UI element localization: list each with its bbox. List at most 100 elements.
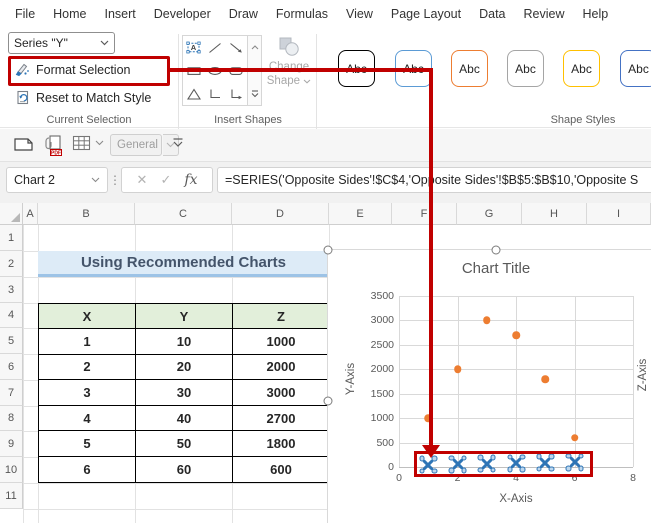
- tab-file[interactable]: File: [6, 7, 44, 21]
- column-header-I[interactable]: I: [587, 203, 651, 225]
- cell[interactable]: 4: [38, 404, 136, 432]
- row-header-1[interactable]: 1: [0, 225, 23, 251]
- name-box[interactable]: Chart 2: [6, 167, 108, 193]
- cell[interactable]: 3: [38, 379, 136, 406]
- data-point-z[interactable]: [570, 433, 579, 442]
- column-header-B[interactable]: B: [38, 203, 135, 225]
- tab-developer[interactable]: Developer: [145, 7, 220, 21]
- table-header-y[interactable]: Y: [135, 303, 233, 329]
- row-header-11[interactable]: 11: [0, 483, 23, 509]
- cell[interactable]: 30: [135, 379, 233, 406]
- data-point-z[interactable]: [453, 365, 462, 374]
- gallery-scroll-up-icon[interactable]: [248, 36, 261, 59]
- triangle-shape-icon[interactable]: [186, 87, 202, 101]
- annotation-arrow-line-vertical: [429, 68, 433, 447]
- elbow-connector-icon[interactable]: [207, 87, 223, 101]
- collapse-ribbon-button[interactable]: [172, 138, 184, 148]
- column-header-E[interactable]: E: [329, 203, 392, 225]
- tab-home[interactable]: Home: [44, 7, 95, 21]
- line-shape-icon[interactable]: [207, 41, 223, 55]
- tab-data[interactable]: Data: [470, 7, 514, 21]
- table-format-button[interactable]: [72, 134, 104, 152]
- chevron-down-icon[interactable]: [91, 177, 100, 183]
- shape-style-3[interactable]: Abc: [451, 50, 488, 87]
- row-header-3[interactable]: 3: [0, 277, 23, 303]
- row-header-6[interactable]: 6: [0, 354, 23, 380]
- text-box-shape-icon[interactable]: A: [185, 40, 202, 55]
- cell[interactable]: 600: [232, 455, 330, 483]
- row-header-7[interactable]: 7: [0, 380, 23, 406]
- column-header-A[interactable]: A: [23, 203, 38, 225]
- table-header-z[interactable]: Z: [232, 303, 330, 329]
- cell[interactable]: 20: [135, 353, 233, 381]
- cell[interactable]: 6: [38, 455, 136, 483]
- data-table[interactable]: X Y Z 1 10 1000 2 20 2000 3 30 3000 4 40: [38, 303, 330, 483]
- scatter-chart[interactable]: Chart Title 0 2 4 6 8 0 500 1000 1500 2000 2500 300…: [323, 245, 651, 523]
- row-header-10[interactable]: 10: [0, 457, 23, 483]
- cell[interactable]: 1: [38, 328, 136, 355]
- chart-gridline: [516, 296, 517, 467]
- cell[interactable]: 1800: [232, 430, 330, 457]
- tab-draw[interactable]: Draw: [220, 7, 267, 21]
- tab-review[interactable]: Review: [515, 7, 574, 21]
- cell[interactable]: 2000: [232, 353, 330, 381]
- cancel-icon[interactable]: ✕: [137, 172, 148, 188]
- select-all-corner[interactable]: [0, 203, 23, 225]
- data-point-z[interactable]: [541, 375, 550, 383]
- cell[interactable]: 40: [135, 404, 233, 432]
- shape-style-5[interactable]: Abc: [563, 50, 600, 87]
- formula-bar: Chart 2 ⋮ ✕ ✓ fx =SERIES('Opposite Sides…: [0, 162, 651, 203]
- insert-function-icon[interactable]: fx: [184, 172, 197, 188]
- reset-to-match-style-button[interactable]: Reset to Match Style: [13, 89, 151, 106]
- cell[interactable]: 60: [135, 455, 233, 483]
- page-orientation-button[interactable]: [13, 134, 35, 154]
- gallery-more-icon[interactable]: [248, 82, 261, 105]
- cell[interactable]: 10: [135, 328, 233, 355]
- tab-formulas[interactable]: Formulas: [267, 7, 337, 21]
- row-header-8[interactable]: 8: [0, 406, 23, 431]
- row-header-2[interactable]: 2: [0, 251, 23, 277]
- data-point-z[interactable]: [512, 331, 520, 339]
- table-grid-icon: [72, 135, 91, 151]
- column-header-G[interactable]: G: [457, 203, 522, 225]
- sheet-title-cell[interactable]: Using Recommended Charts: [38, 251, 329, 277]
- chart-gridline: [399, 418, 633, 420]
- column-header-D[interactable]: D: [232, 203, 329, 225]
- attach-pdf-button[interactable]: PDF: [43, 134, 65, 156]
- table-header-x[interactable]: X: [38, 303, 136, 329]
- cell[interactable]: 5: [38, 430, 136, 457]
- change-shape-button[interactable]: Change Shape: [264, 34, 314, 112]
- column-header-H[interactable]: H: [522, 203, 587, 225]
- shape-style-4[interactable]: Abc: [507, 50, 544, 87]
- row-header-9[interactable]: 9: [0, 431, 23, 457]
- tab-insert[interactable]: Insert: [96, 7, 145, 21]
- chart-resize-handle[interactable]: [491, 245, 501, 255]
- formula-input[interactable]: =SERIES('Opposite Sides'!$C$4,'Opposite …: [217, 167, 651, 193]
- data-point-z[interactable]: [483, 316, 491, 325]
- cell[interactable]: 3000: [232, 379, 330, 406]
- tab-help[interactable]: Help: [574, 7, 618, 21]
- chart-resize-handle[interactable]: [323, 396, 333, 406]
- cell[interactable]: 50: [135, 430, 233, 457]
- tab-view[interactable]: View: [337, 7, 382, 21]
- column-header-C[interactable]: C: [135, 203, 232, 225]
- row-header-5[interactable]: 5: [0, 328, 23, 354]
- cell[interactable]: 1000: [232, 328, 330, 355]
- tab-page-layout[interactable]: Page Layout: [382, 7, 470, 21]
- y-axis-title[interactable]: Y-Axis: [345, 349, 359, 409]
- x-axis-title[interactable]: X-Axis: [399, 493, 633, 507]
- z-axis-title[interactable]: Z-Axis: [637, 345, 651, 405]
- y-tick-label: 1000: [370, 412, 394, 425]
- cell[interactable]: 2: [38, 353, 136, 381]
- sheet-title-text: Using Recommended Charts: [80, 254, 287, 271]
- elbow-arrow-connector-icon[interactable]: [228, 87, 244, 101]
- chart-element-dropdown[interactable]: Series "Y": [8, 32, 115, 54]
- cell[interactable]: 2700: [232, 404, 330, 432]
- enter-icon[interactable]: ✓: [160, 172, 171, 188]
- shape-style-6[interactable]: Abc: [620, 50, 651, 87]
- arrow-shape-icon[interactable]: [228, 41, 244, 55]
- column-header-F[interactable]: F: [392, 203, 457, 225]
- row-header-4[interactable]: 4: [0, 303, 23, 328]
- annotation-highlight-format-selection: [8, 56, 170, 86]
- chart-resize-handle[interactable]: [323, 245, 333, 255]
